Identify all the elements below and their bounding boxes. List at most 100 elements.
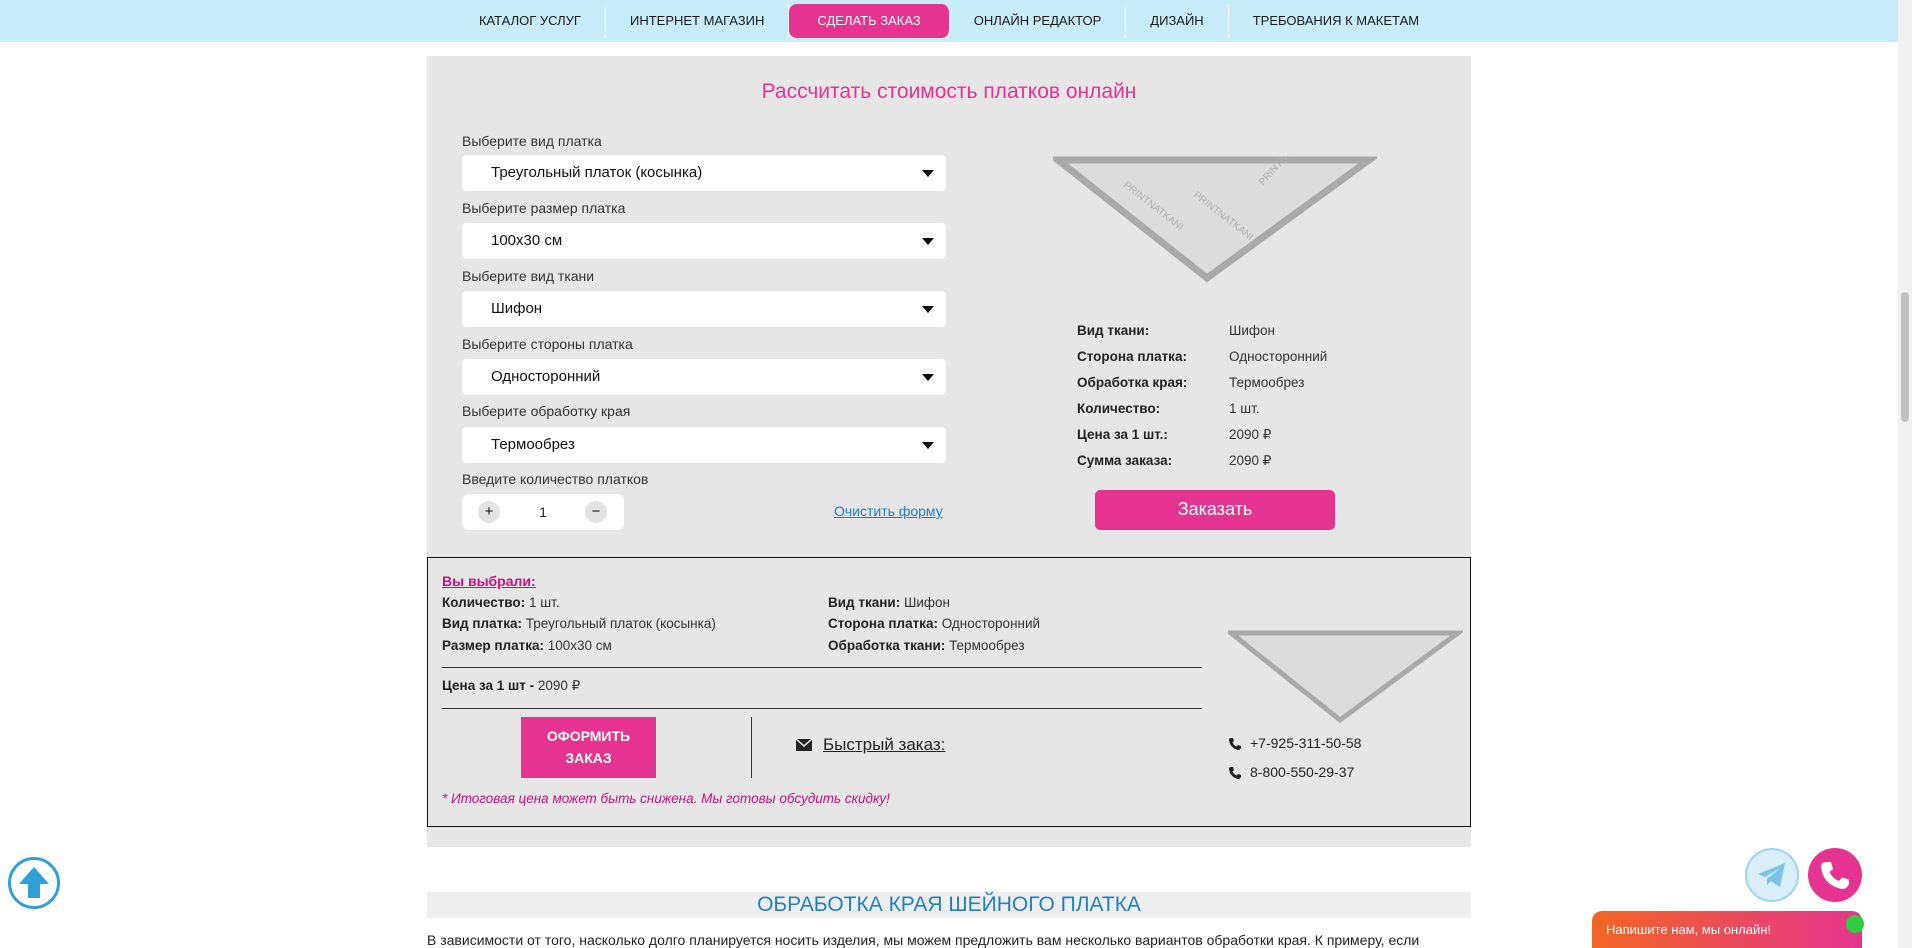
scarf-type-value: Треугольный платок (косынка) [491,164,703,181]
scarf-sides-label: Выберите стороны платка [462,336,633,352]
chosen-processing: Обработка ткани: Термообрез [828,638,1025,653]
checkout-line: ОФОРМИТЬ [546,728,631,744]
summary-key: Сумма заказа: [1077,453,1173,468]
caret-down-icon [922,442,934,449]
fabric-type-label: Выберите вид ткани [462,268,595,284]
section-text: В зависимости от того, насколько долго п… [427,932,1420,948]
note-text: Итоговая цена может быть снижена. Мы гот… [451,791,890,806]
edge-processing-value: Термообрез [491,436,575,453]
chosen-key: Количество: [442,595,526,610]
fast-order-link[interactable]: Быстрый заказ: [823,735,945,755]
telegram-icon [1758,863,1785,887]
nav-item-design[interactable]: ДИЗАЙН [1126,4,1229,38]
chosen-scarf-type: Вид платка: Треугольный платок (косынка) [442,616,716,631]
quantity-stepper: + 1 − [462,494,624,530]
chosen-key: Цена за 1 шт - [442,678,535,693]
summary-value: 2090 ₽ [1229,427,1272,442]
phone-number-2[interactable]: 8-800-550-29-37 [1250,764,1354,780]
chosen-summary-box: Вы выбрали: Количество: 1 шт. Вид платка… [427,557,1471,827]
summary-key: Сторона платка: [1077,349,1187,364]
nav-item-shop[interactable]: ИНТЕРНЕТ МАГАЗИН [606,4,790,38]
top-navigation: КАТАЛОГ УСЛУГ ИНТЕРНЕТ МАГАЗИН СДЕЛАТЬ З… [0,0,1898,42]
chat-label: Напишите нам, мы онлайн! [1606,922,1772,937]
chosen-key: Размер платка: [442,638,544,653]
fabric-type-select[interactable]: Шифон [462,291,946,327]
chosen-fabric: Вид ткани: Шифон [828,595,950,610]
divider [442,667,1202,668]
calculator-title: Рассчитать стоимость платков онлайн [761,80,1137,103]
quantity-label: Введите количество платков [462,471,649,487]
clear-form-link[interactable]: Очистить форму [834,503,943,519]
checkout-button[interactable]: ОФОРМИТЬ ЗАКАЗ [521,717,656,778]
scarf-sides-select[interactable]: Односторонний [462,359,946,395]
edge-processing-label: Выберите обработку края [462,403,631,419]
checkout-line: ЗАКАЗ [565,750,612,766]
quantity-plus-button[interactable]: + [478,501,500,523]
divider [442,708,1202,709]
call-button[interactable] [1808,848,1862,902]
scarf-size-value: 100x30 см [491,232,563,249]
chosen-key: Вид ткани: [828,595,901,610]
chosen-value: Шифон [903,595,950,610]
online-status-dot [1846,915,1864,933]
arrow-up-icon [19,867,49,898]
scarf-type-select[interactable]: Треугольный платок (косынка) [462,155,946,191]
nav-item-layout-requirements[interactable]: ТРЕБОВАНИЯ К МАКЕТАМ [1229,4,1443,38]
telegram-button[interactable] [1745,848,1799,902]
summary-value: 2090 ₽ [1229,453,1272,468]
quantity-value[interactable]: 1 [518,494,568,530]
chosen-value: Термообрез [949,638,1025,653]
scarf-size-select[interactable]: 100x30 см [462,223,946,259]
phone-icon [1229,738,1241,750]
chosen-scarf-size: Размер платка: 100x30 см [442,638,612,653]
chosen-title: Вы выбрали: [442,573,536,589]
chosen-value: 100x30 см [547,638,612,653]
summary-key: Количество: [1077,401,1161,416]
caret-down-icon [922,306,934,313]
discount-note: * Итоговая цена может быть снижена. Мы г… [442,791,890,806]
vertical-divider [751,717,752,778]
scarf-calculator: Рассчитать стоимость платков онлайн Выбе… [427,56,1471,847]
caret-down-icon [922,374,934,381]
caret-down-icon [922,170,934,177]
scarf-preview-image: PRINTNATKANI PRINTNATKANI PRINTNATKANI [1053,156,1377,283]
fabric-type-value: Шифон [491,300,543,317]
scroll-top-button[interactable] [8,857,60,909]
chosen-value: Односторонний [941,616,1041,631]
note-star: * [442,791,448,806]
summary-value: 1 шт. [1229,401,1260,416]
chosen-value: 2090 ₽ [537,678,581,693]
order-button[interactable]: Заказать [1095,490,1335,530]
edge-processing-select[interactable]: Термообрез [462,427,946,463]
page-scrollbar[interactable] [1898,0,1912,948]
chosen-key: Сторона платка: [828,616,938,631]
nav-item-make-order[interactable]: СДЕЛАТЬ ЗАКАЗ [789,4,950,38]
summary-value: Термообрез [1229,375,1305,390]
chosen-value: Треугольный платок (косынка) [525,616,716,631]
summary-key: Обработка края: [1077,375,1188,390]
summary-key: Цена за 1 шт.: [1077,427,1168,442]
envelope-icon [796,739,812,751]
phone-icon [1821,862,1849,889]
scarf-type-label: Выберите вид платка [462,133,602,149]
phone-number-1[interactable]: +7-925-311-50-58 [1250,735,1361,751]
summary-key: Вид ткани: [1077,323,1150,338]
quantity-minus-button[interactable]: − [585,501,607,523]
scarf-sides-value: Односторонний [491,368,601,385]
chosen-side: Сторона платка: Односторонний [828,616,1040,631]
edge-processing-heading: ОБРАБОТКА КРАЯ ШЕЙНОГО ПЛАТКА [427,892,1471,918]
chosen-key: Обработка ткани: [828,638,946,653]
scarf-size-label: Выберите размер платка [462,200,626,216]
scrollbar-thumb[interactable] [1901,292,1909,422]
nav-item-catalog[interactable]: КАТАЛОГ УСЛУГ [455,4,606,38]
chosen-value: 1 шт. [528,595,560,610]
scarf-thumbnail-image [1228,630,1463,724]
nav-item-online-editor[interactable]: ОНЛАЙН РЕДАКТОР [950,4,1127,38]
summary-value: Шифон [1229,323,1275,338]
caret-down-icon [922,238,934,245]
summary-value: Односторонний [1229,349,1328,364]
chosen-unit-price: Цена за 1 шт - 2090 ₽ [442,678,580,694]
chosen-quantity: Количество: 1 шт. [442,595,559,610]
phone-icon [1229,767,1241,779]
online-chat-bar[interactable]: Напишите нам, мы онлайн! [1592,911,1864,948]
